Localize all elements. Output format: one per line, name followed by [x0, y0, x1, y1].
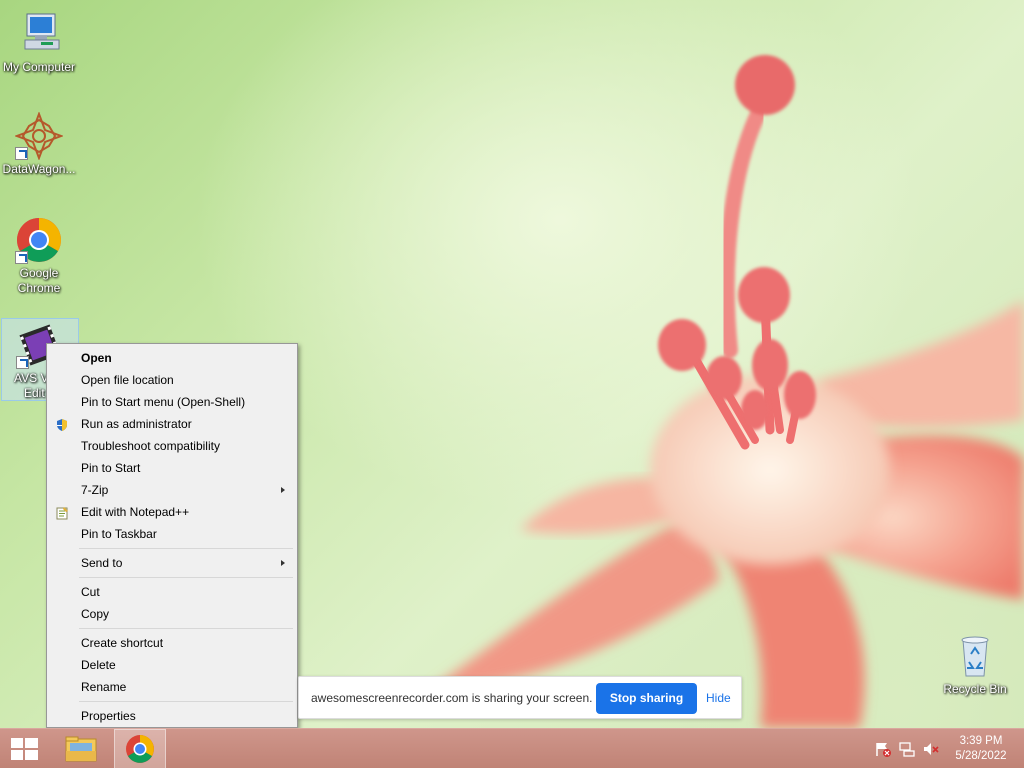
menu-item-cut[interactable]: Cut [49, 581, 295, 603]
clock-date: 5/28/2022 [955, 750, 1007, 762]
desktop-icon-my-computer[interactable]: My Computer [0, 10, 78, 75]
menu-item-pin-to-start[interactable]: Pin to Start [49, 457, 295, 479]
menu-item-delete[interactable]: Delete [49, 654, 295, 676]
desktop-icon-google-chrome[interactable]: Google Chrome [0, 216, 78, 296]
file-explorer-icon [65, 736, 97, 762]
uac-shield-icon [55, 417, 69, 431]
recycle-bin-icon [951, 632, 999, 680]
action-center-flag-icon[interactable] [874, 741, 892, 757]
menu-item-7-zip[interactable]: 7-Zip [49, 479, 295, 501]
computer-icon [15, 10, 63, 58]
system-clock[interactable]: 3:39 PM 5/28/2022 [946, 734, 1016, 764]
menu-item-pin-to-taskbar[interactable]: Pin to Taskbar [49, 523, 295, 545]
menu-item-pin-to-start-menu-open-shell[interactable]: Pin to Start menu (Open-Shell) [49, 391, 295, 413]
menu-item-send-to[interactable]: Send to [49, 552, 295, 574]
shortcut-arrow-icon [16, 356, 29, 369]
menu-separator [79, 701, 293, 702]
desktop-icon-label: My Computer [2, 60, 76, 74]
submenu-arrow-icon [281, 560, 285, 566]
shortcut-arrow-icon [15, 251, 28, 264]
menu-separator [79, 628, 293, 629]
taskbar-chrome[interactable] [114, 729, 166, 768]
desktop-icon-recycle-bin[interactable]: Recycle Bin [936, 632, 1014, 697]
menu-item-rename[interactable]: Rename [49, 676, 295, 698]
network-icon[interactable] [898, 741, 916, 757]
menu-item-properties[interactable]: Properties [49, 705, 295, 727]
datawagon-icon [14, 111, 64, 161]
desktop-icon-label: DataWagon... [2, 162, 76, 176]
sharing-message: awesomescreenrecorder.com is sharing you… [311, 691, 593, 705]
menu-item-open[interactable]: Open [49, 347, 295, 369]
context-menu: Open Open file location Pin to Start men… [46, 343, 298, 728]
hide-link[interactable]: Hide [706, 691, 731, 705]
menu-separator [79, 577, 293, 578]
taskbar-file-explorer[interactable] [56, 729, 108, 768]
stop-sharing-button[interactable]: Stop sharing [596, 683, 697, 714]
start-button[interactable] [0, 729, 48, 768]
screen-sharing-bar: awesomescreenrecorder.com is sharing you… [298, 676, 742, 719]
menu-separator [79, 548, 293, 549]
clock-time: 3:39 PM [959, 735, 1003, 747]
desktop-icon-datawagon[interactable]: DataWagon... [0, 111, 78, 177]
windows-logo-icon [11, 738, 38, 760]
taskbar: 3:39 PM 5/28/2022 [0, 728, 1024, 768]
menu-item-run-as-administrator[interactable]: Run as administrator [49, 413, 295, 435]
desktop-icon-label: Google Chrome [17, 266, 61, 295]
desktop-icon-label: Recycle Bin [943, 682, 1007, 696]
volume-muted-icon[interactable] [922, 741, 940, 757]
notepad-plus-plus-icon [55, 505, 69, 520]
chrome-icon [126, 735, 154, 763]
menu-item-copy[interactable]: Copy [49, 603, 295, 625]
chrome-icon [15, 216, 63, 264]
menu-item-create-shortcut[interactable]: Create shortcut [49, 632, 295, 654]
menu-item-open-file-location[interactable]: Open file location [49, 369, 295, 391]
menu-item-troubleshoot-compatibility[interactable]: Troubleshoot compatibility [49, 435, 295, 457]
submenu-arrow-icon [281, 487, 285, 493]
shortcut-arrow-icon [15, 147, 28, 160]
menu-item-edit-with-notepad-plus-plus[interactable]: Edit with Notepad++ [49, 501, 295, 523]
